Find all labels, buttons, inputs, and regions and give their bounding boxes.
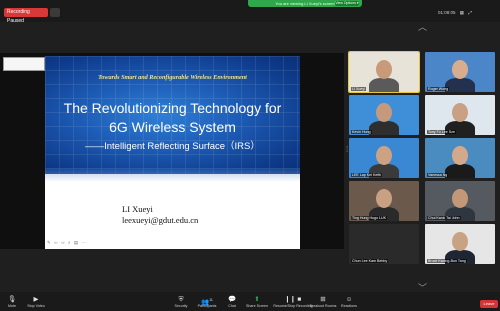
participant-tile[interactable]: Kevin Hung [349, 95, 419, 135]
leave-button[interactable]: Leave [480, 300, 498, 308]
participant-name: Roger Wong [427, 87, 450, 91]
slide-subtitle: Towards Smart and Reconfigurable Wireles… [98, 74, 247, 81]
security-label: Security [174, 304, 188, 308]
participant-name: Chun Lee Kam Bebby [351, 259, 389, 263]
presenter-email: leexueyi@gdut.edu.cn [122, 215, 199, 225]
top-right-status: 01:08:05 ▦ ⤢ [438, 8, 494, 17]
mute-label: Mute [8, 304, 16, 308]
participant-tile[interactable]: Bruce Kwong-Bun Tang [425, 224, 495, 264]
participant-body [369, 78, 399, 92]
participant-face [452, 103, 468, 122]
stop-video-label: Stop Video [27, 304, 45, 308]
presenter-name: LI Xueyi [122, 204, 153, 214]
participants-count: 11 [209, 298, 213, 302]
participant-face [376, 146, 392, 165]
participant-face [376, 103, 392, 122]
participant-face [376, 189, 392, 208]
video-camera-icon: ▶ [33, 296, 39, 303]
panel-resize-handle[interactable]: ⁞ [346, 145, 348, 154]
slide-title-line2: 6G Wireless System [109, 119, 236, 135]
participant-tile[interactable]: LEE Lap Kei Keith [349, 138, 419, 178]
participant-tile[interactable]: Roger Wong [425, 52, 495, 92]
slide-title-line3: ——Intelligent Reflecting Surface（IRS） [85, 141, 260, 152]
participant-face [452, 146, 468, 165]
participant-tile[interactable]: Chun Lee Kam Bebby [349, 224, 419, 264]
participant-name: LI Xueyi [351, 87, 366, 91]
meeting-timer: 01:08:05 [438, 10, 456, 15]
participant-body [445, 78, 475, 92]
grid-view-icon[interactable]: ▦ [460, 8, 464, 17]
participant-name: Chui Kwok Tai John [427, 216, 461, 220]
participant-tile[interactable]: LI Xueyi [348, 51, 420, 93]
fullscreen-icon[interactable]: ⤢ [468, 8, 472, 17]
participant-face [452, 60, 468, 79]
presentation-slide: Towards Smart and Reconfigurable Wireles… [45, 56, 300, 249]
share-screen-button[interactable]: ⬆ Share Screen [240, 296, 274, 308]
participant-body [369, 121, 399, 135]
slide-thumbnail[interactable] [3, 57, 45, 71]
participant-body [445, 164, 475, 178]
smiley-icon: ☺ [345, 296, 353, 303]
chevron-up-icon[interactable]: ︿ [418, 20, 427, 33]
participant-name: LEE Lap Kei Keith [351, 173, 383, 177]
participant-tile[interactable]: Ting Hung Hugo LUK [349, 181, 419, 221]
participant-name: Bruce Kwong-Bun Tang [427, 259, 467, 263]
participant-name: Ting Hung Hugo LUK [351, 216, 388, 220]
reactions-label: Reactions [341, 304, 357, 308]
participant-face [452, 232, 468, 251]
slide-toolbar-icons[interactable]: ✎ ⇦ ⇨ ⌕ ▤ ⋯ [47, 240, 87, 246]
reactions-button[interactable]: ☺ Reactions [332, 296, 366, 308]
participant-tile[interactable]: Vanessa Ng [425, 138, 495, 178]
stop-video-button[interactable]: ▶ Stop Video [19, 296, 53, 308]
share-screen-label: Share Screen [246, 304, 268, 308]
participant-tile[interactable]: Tony Fu Lee Sze [425, 95, 495, 135]
slide-title-line1: The Revolutionizing Technology for [63, 100, 282, 116]
participant-name: Tony Fu Lee Sze [427, 130, 456, 134]
participant-name: Vanessa Ng [427, 173, 449, 177]
participant-face [376, 60, 392, 79]
recording-control-icon[interactable] [50, 8, 60, 17]
share-screen-icon: ⬆ [254, 296, 260, 303]
recording-paused-badge[interactable]: Recording Paused [4, 8, 48, 24]
participants-label: Participants [197, 304, 217, 308]
chat-label: Chat [228, 304, 236, 308]
view-options-button[interactable]: View Options ▾ [335, 1, 359, 6]
slide-fade [45, 168, 300, 182]
participant-face [452, 189, 468, 208]
participant-name: Kevin Hung [351, 130, 372, 134]
participant-tile[interactable]: Chui Kwok Tai John [425, 181, 495, 221]
